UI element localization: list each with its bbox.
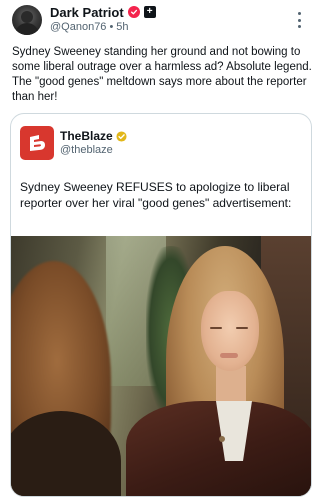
author-line: Dark Patriot + [50,4,156,20]
post-time[interactable]: 5h [116,21,128,33]
jacket-button [219,436,225,442]
subject-eye-right [236,327,248,329]
gold-verified-check-icon [116,130,127,142]
quoted-post[interactable]: TheBlaze @theblaze Sydney Sweeney REFUSE… [10,113,312,497]
more-options-icon[interactable] [293,12,305,28]
subject-eye-left [210,327,222,329]
quote-media-image[interactable] [11,236,311,496]
avatar[interactable] [12,5,42,35]
post-meta: @Qanon76 • 5h [50,21,129,33]
verified-badge-icon [127,6,140,18]
post[interactable]: Dark Patriot + @Qanon76 • 5h Sydney Swee… [0,0,320,500]
more-dot [297,25,301,28]
meta-separator: • [109,21,114,33]
avatar-head [21,11,33,23]
post-text: Sydney Sweeney standing her ground and n… [12,46,312,103]
quote-text: Sydney Sweeney REFUSES to apologize to l… [20,180,292,210]
more-dot [297,18,301,22]
plus-icon[interactable]: + [143,6,156,18]
subject-lips [220,353,238,358]
quote-author-handle[interactable]: @theblaze [60,144,113,156]
author-handle[interactable]: @Qanon76 [50,21,106,33]
more-dot [297,12,301,15]
quote-author-name[interactable]: TheBlaze [60,129,113,143]
subject-face [201,291,259,371]
subject-neck [216,366,246,406]
theblaze-logo[interactable] [20,126,54,160]
author-name[interactable]: Dark Patriot [50,5,124,20]
quote-author-line: TheBlaze [60,129,127,143]
avatar-shoulders [15,23,39,35]
